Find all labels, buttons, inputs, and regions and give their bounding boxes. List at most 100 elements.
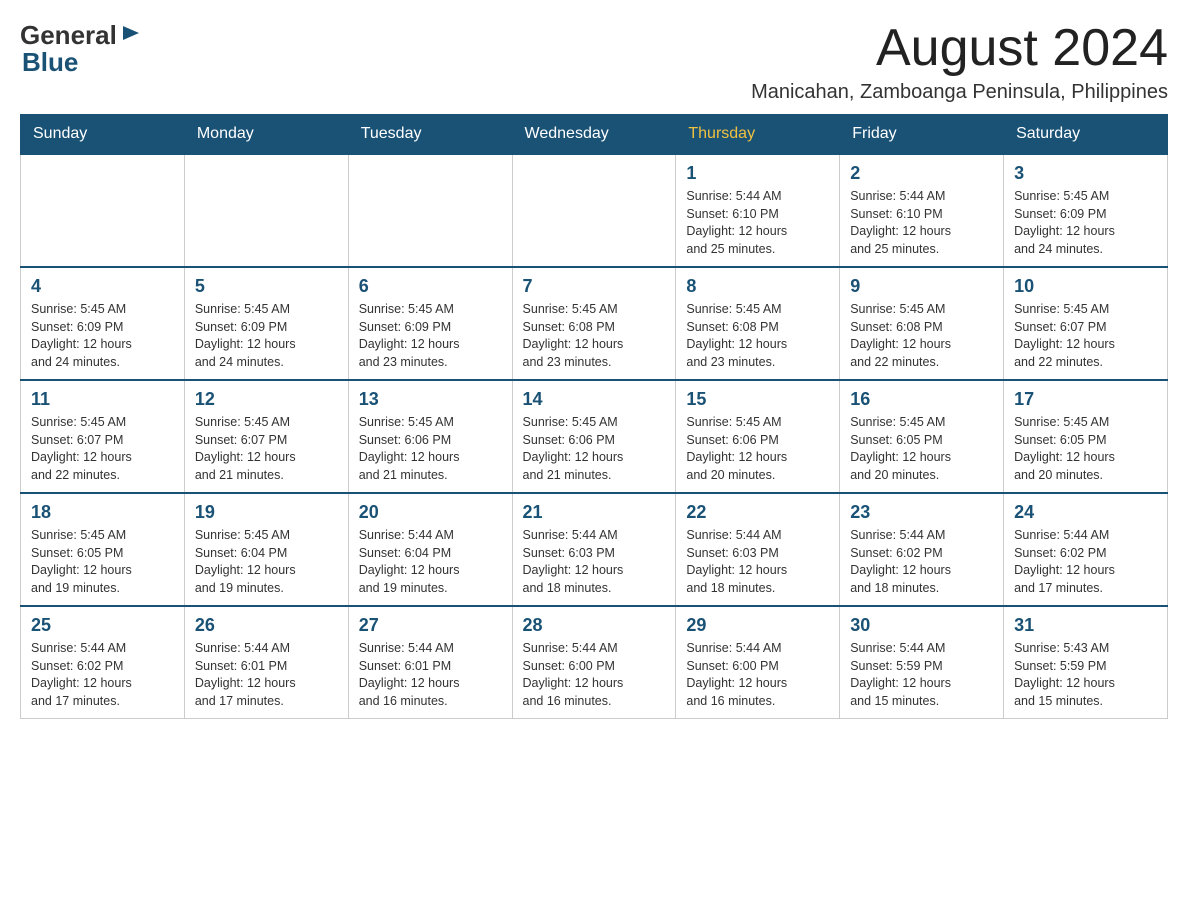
day-cell-empty: [512, 154, 676, 267]
calendar-table: Sunday Monday Tuesday Wednesday Thursday…: [20, 114, 1168, 719]
day-cell-21: 21 Sunrise: 5:44 AM Sunset: 6:03 PM Dayli…: [512, 493, 676, 606]
day-info: Sunrise: 5:44 AM Sunset: 6:04 PM Dayligh…: [359, 527, 502, 597]
day-info: Sunrise: 5:44 AM Sunset: 6:00 PM Dayligh…: [523, 640, 666, 710]
day-info: Sunrise: 5:44 AM Sunset: 6:02 PM Dayligh…: [850, 527, 993, 597]
day-cell-25: 25Sunrise: 5:44 AM Sunset: 6:02 PM Dayli…: [21, 606, 185, 719]
day-number: 2: [850, 163, 993, 184]
day-number: 7: [523, 276, 666, 297]
day-info: Sunrise: 5:44 AM Sunset: 6:03 PM Dayligh…: [523, 527, 666, 597]
day-info: Sunrise: 5:44 AM Sunset: 5:59 PM Dayligh…: [850, 640, 993, 710]
day-number: 30: [850, 615, 993, 636]
calendar-header-row: Sunday Monday Tuesday Wednesday Thursday…: [21, 115, 1168, 155]
day-cell-19: 19Sunrise: 5:45 AM Sunset: 6:04 PM Dayli…: [184, 493, 348, 606]
header-sunday: Sunday: [21, 115, 185, 155]
day-number: 20: [359, 502, 502, 523]
day-info: Sunrise: 5:45 AM Sunset: 6:04 PM Dayligh…: [195, 527, 338, 597]
day-info: Sunrise: 5:45 AM Sunset: 6:09 PM Dayligh…: [1014, 188, 1157, 258]
week-row-5: 25Sunrise: 5:44 AM Sunset: 6:02 PM Dayli…: [21, 606, 1168, 719]
title-section: August 2024 Manicahan, Zamboanga Peninsu…: [751, 20, 1168, 104]
day-info: Sunrise: 5:44 AM Sunset: 6:01 PM Dayligh…: [359, 640, 502, 710]
day-info: Sunrise: 5:45 AM Sunset: 6:07 PM Dayligh…: [31, 414, 174, 484]
day-cell-9: 9 Sunrise: 5:45 AM Sunset: 6:08 PM Daylig…: [840, 267, 1004, 380]
day-number: 11: [31, 389, 174, 410]
day-cell-28: 28 Sunrise: 5:44 AM Sunset: 6:00 PM Dayli…: [512, 606, 676, 719]
logo: General Blue: [20, 20, 141, 78]
day-cell-11: 11 Sunrise: 5:45 AM Sunset: 6:07 PM Dayli…: [21, 380, 185, 493]
day-cell-27: 27 Sunrise: 5:44 AM Sunset: 6:01 PM Dayli…: [348, 606, 512, 719]
day-number: 9: [850, 276, 993, 297]
day-cell-8: 8 Sunrise: 5:45 AM Sunset: 6:08 PM Daylig…: [676, 267, 840, 380]
day-info: Sunrise: 5:45 AM Sunset: 6:07 PM Dayligh…: [1014, 301, 1157, 371]
day-number: 28: [523, 615, 666, 636]
day-cell-29: 29 Sunrise: 5:44 AM Sunset: 6:00 PM Dayli…: [676, 606, 840, 719]
day-number: 14: [523, 389, 666, 410]
day-number: 5: [195, 276, 338, 297]
day-number: 29: [686, 615, 829, 636]
day-number: 8: [686, 276, 829, 297]
day-number: 1: [686, 163, 829, 184]
header-tuesday: Tuesday: [348, 115, 512, 155]
day-info: Sunrise: 5:44 AM Sunset: 6:10 PM Dayligh…: [686, 188, 829, 258]
header-wednesday: Wednesday: [512, 115, 676, 155]
day-number: 12: [195, 389, 338, 410]
day-info: Sunrise: 5:45 AM Sunset: 6:07 PM Dayligh…: [195, 414, 338, 484]
day-info: Sunrise: 5:45 AM Sunset: 6:06 PM Dayligh…: [523, 414, 666, 484]
day-cell-4: 4Sunrise: 5:45 AM Sunset: 6:09 PM Daylig…: [21, 267, 185, 380]
day-info: Sunrise: 5:43 AM Sunset: 5:59 PM Dayligh…: [1014, 640, 1157, 710]
week-row-4: 18Sunrise: 5:45 AM Sunset: 6:05 PM Dayli…: [21, 493, 1168, 606]
day-number: 15: [686, 389, 829, 410]
day-number: 3: [1014, 163, 1157, 184]
logo-blue-label: Blue: [22, 47, 78, 77]
day-cell-16: 16 Sunrise: 5:45 AM Sunset: 6:05 PM Dayli…: [840, 380, 1004, 493]
day-info: Sunrise: 5:45 AM Sunset: 6:08 PM Dayligh…: [850, 301, 993, 371]
day-cell-1: 1 Sunrise: 5:44 AM Sunset: 6:10 PM Daylig…: [676, 154, 840, 267]
header-saturday: Saturday: [1004, 115, 1168, 155]
day-number: 21: [523, 502, 666, 523]
day-number: 23: [850, 502, 993, 523]
day-info: Sunrise: 5:45 AM Sunset: 6:09 PM Dayligh…: [195, 301, 338, 371]
day-cell-13: 13 Sunrise: 5:45 AM Sunset: 6:06 PM Dayli…: [348, 380, 512, 493]
day-cell-6: 6Sunrise: 5:45 AM Sunset: 6:09 PM Daylig…: [348, 267, 512, 380]
day-cell-22: 22Sunrise: 5:44 AM Sunset: 6:03 PM Dayli…: [676, 493, 840, 606]
location-title: Manicahan, Zamboanga Peninsula, Philippi…: [751, 81, 1168, 104]
month-title: August 2024: [751, 20, 1168, 77]
day-cell-empty: [348, 154, 512, 267]
day-cell-14: 14 Sunrise: 5:45 AM Sunset: 6:06 PM Dayli…: [512, 380, 676, 493]
day-cell-15: 15 Sunrise: 5:45 AM Sunset: 6:06 PM Dayli…: [676, 380, 840, 493]
day-info: Sunrise: 5:44 AM Sunset: 6:02 PM Dayligh…: [1014, 527, 1157, 597]
day-info: Sunrise: 5:45 AM Sunset: 6:05 PM Dayligh…: [1014, 414, 1157, 484]
day-info: Sunrise: 5:44 AM Sunset: 6:01 PM Dayligh…: [195, 640, 338, 710]
day-number: 27: [359, 615, 502, 636]
day-cell-18: 18Sunrise: 5:45 AM Sunset: 6:05 PM Dayli…: [21, 493, 185, 606]
logo-triangle-icon: [119, 22, 141, 44]
day-cell-23: 23 Sunrise: 5:44 AM Sunset: 6:02 PM Dayli…: [840, 493, 1004, 606]
day-cell-7: 7 Sunrise: 5:45 AM Sunset: 6:08 PM Daylig…: [512, 267, 676, 380]
day-info: Sunrise: 5:45 AM Sunset: 6:09 PM Dayligh…: [31, 301, 174, 371]
day-number: 25: [31, 615, 174, 636]
day-cell-5: 5 Sunrise: 5:45 AM Sunset: 6:09 PM Daylig…: [184, 267, 348, 380]
day-info: Sunrise: 5:45 AM Sunset: 6:05 PM Dayligh…: [850, 414, 993, 484]
day-cell-30: 30 Sunrise: 5:44 AM Sunset: 5:59 PM Dayli…: [840, 606, 1004, 719]
day-info: Sunrise: 5:45 AM Sunset: 6:06 PM Dayligh…: [686, 414, 829, 484]
day-number: 22: [686, 502, 829, 523]
day-info: Sunrise: 5:45 AM Sunset: 6:08 PM Dayligh…: [686, 301, 829, 371]
day-number: 18: [31, 502, 174, 523]
day-info: Sunrise: 5:44 AM Sunset: 6:00 PM Dayligh…: [686, 640, 829, 710]
day-cell-20: 20 Sunrise: 5:44 AM Sunset: 6:04 PM Dayli…: [348, 493, 512, 606]
day-info: Sunrise: 5:45 AM Sunset: 6:06 PM Dayligh…: [359, 414, 502, 484]
week-row-1: 1 Sunrise: 5:44 AM Sunset: 6:10 PM Daylig…: [21, 154, 1168, 267]
page-header: General Blue August 2024 Manicahan, Zamb…: [20, 20, 1168, 104]
day-cell-24: 24 Sunrise: 5:44 AM Sunset: 6:02 PM Dayli…: [1004, 493, 1168, 606]
day-number: 24: [1014, 502, 1157, 523]
day-number: 26: [195, 615, 338, 636]
header-thursday: Thursday: [676, 115, 840, 155]
week-row-2: 4Sunrise: 5:45 AM Sunset: 6:09 PM Daylig…: [21, 267, 1168, 380]
week-row-3: 11 Sunrise: 5:45 AM Sunset: 6:07 PM Dayli…: [21, 380, 1168, 493]
day-info: Sunrise: 5:45 AM Sunset: 6:08 PM Dayligh…: [523, 301, 666, 371]
header-friday: Friday: [840, 115, 1004, 155]
day-cell-12: 12 Sunrise: 5:45 AM Sunset: 6:07 PM Dayli…: [184, 380, 348, 493]
day-number: 16: [850, 389, 993, 410]
day-cell-3: 3 Sunrise: 5:45 AM Sunset: 6:09 PM Daylig…: [1004, 154, 1168, 267]
day-number: 13: [359, 389, 502, 410]
day-info: Sunrise: 5:45 AM Sunset: 6:09 PM Dayligh…: [359, 301, 502, 371]
